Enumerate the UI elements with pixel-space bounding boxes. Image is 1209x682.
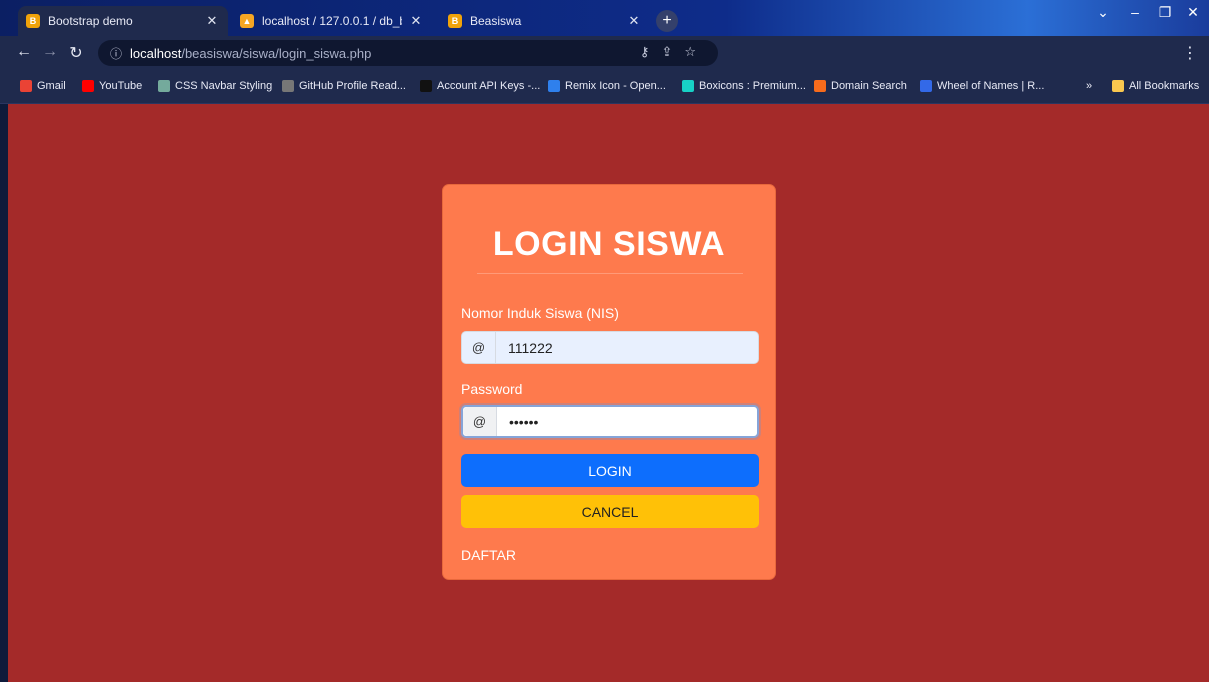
browser-chrome: B Bootstrap demo ✕ ▲ localhost / 127.0.0… — [0, 0, 1209, 104]
page-title: LOGIN SISWA — [492, 225, 726, 263]
bookmarks-bar: Gmail YouTube CSS Navbar Styling GitHub … — [0, 70, 1209, 104]
tab-search-icon[interactable]: ⌄ — [1088, 4, 1118, 21]
bookmark-label: YouTube — [99, 80, 143, 92]
tab-beasiswa[interactable]: B Beasiswa ✕ — [440, 6, 650, 36]
minimize-icon[interactable]: – — [1120, 4, 1150, 20]
password-input[interactable] — [497, 407, 757, 436]
bookmark-label: All Bookmarks — [1129, 80, 1200, 92]
close-icon[interactable]: ✕ — [204, 13, 220, 29]
tab-bootstrap-demo[interactable]: B Bootstrap demo ✕ — [18, 6, 228, 36]
tab-strip: B Bootstrap demo ✕ ▲ localhost / 127.0.0… — [0, 0, 1209, 36]
restore-icon[interactable]: ❐ — [1150, 4, 1180, 21]
bookmarks-overflow[interactable]: » — [1086, 80, 1092, 92]
domain-icon — [814, 80, 826, 92]
window-close-icon[interactable]: ✕ — [1178, 4, 1208, 21]
nis-input[interactable] — [496, 332, 758, 363]
bookmark-domain-search[interactable]: Domain Search — [814, 80, 907, 92]
gmail-icon — [20, 80, 32, 92]
bookmark-github-profile[interactable]: GitHub Profile Read... — [282, 80, 406, 92]
daftar-link[interactable]: DAFTAR — [461, 547, 516, 563]
bookmark-wheel-of-names[interactable]: Wheel of Names | R... — [920, 80, 1044, 92]
new-tab-button[interactable]: + — [656, 10, 678, 32]
forward-icon[interactable]: → — [40, 43, 60, 61]
bookmark-gmail[interactable]: Gmail — [20, 80, 66, 92]
bookmark-remix-icon[interactable]: Remix Icon - Open... — [548, 80, 666, 92]
bookmark-youtube[interactable]: YouTube — [82, 80, 142, 92]
url-path: /beasiswa/siswa/login_siswa.php — [181, 45, 372, 61]
toolbar: ← → ↻ ⓘ localhost /beasiswa/siswa/login_… — [0, 36, 1209, 93]
bookmark-label: Wheel of Names | R... — [937, 80, 1045, 92]
wheel-icon — [920, 80, 932, 92]
bookmark-css-navbar[interactable]: CSS Navbar Styling — [158, 80, 272, 92]
login-card: LOGIN SISWA Nomor Induk Siswa (NIS) @ Pa… — [442, 184, 776, 580]
tab-title: Beasiswa — [470, 14, 522, 28]
tab-title: localhost / 127.0.0.1 / db_beasisw — [262, 14, 402, 28]
bookmark-label: Remix Icon - Open... — [565, 80, 666, 92]
address-bar[interactable]: ⓘ localhost /beasiswa/siswa/login_siswa.… — [98, 40, 718, 66]
phpmyadmin-icon: ▲ — [240, 14, 254, 28]
close-icon[interactable]: ✕ — [408, 13, 424, 29]
bookmark-label: Account API Keys -... — [437, 80, 541, 92]
remix-icon — [548, 80, 560, 92]
star-icon[interactable]: ☆ — [684, 44, 708, 59]
key-icon[interactable]: ⚷ — [640, 44, 662, 59]
bookmark-label: Domain Search — [831, 80, 907, 92]
tab-phpmyadmin[interactable]: ▲ localhost / 127.0.0.1 / db_beasisw ✕ — [232, 6, 432, 36]
chatgpt-icon — [158, 80, 170, 92]
login-button[interactable]: LOGIN — [461, 454, 759, 487]
bootstrap-icon: B — [448, 14, 462, 28]
nis-label: Nomor Induk Siswa (NIS) — [461, 305, 619, 321]
github-icon — [282, 80, 294, 92]
close-icon[interactable]: ✕ — [626, 13, 642, 29]
menu-icon[interactable]: ⋮ — [1180, 43, 1200, 63]
at-icon: @ — [462, 332, 496, 363]
url-host: localhost — [130, 45, 182, 61]
bootstrap-icon: B — [26, 14, 40, 28]
youtube-icon — [82, 80, 94, 92]
bookmark-label: Gmail — [37, 80, 66, 92]
cancel-button[interactable]: CANCEL — [461, 495, 759, 528]
bookmark-boxicons[interactable]: Boxicons : Premium... — [682, 80, 806, 92]
bookmark-api-keys[interactable]: Account API Keys -... — [420, 80, 540, 92]
info-icon[interactable]: ⓘ — [110, 45, 122, 62]
share-icon[interactable]: ⇪ — [661, 44, 684, 59]
bookmark-label: CSS Navbar Styling — [175, 80, 273, 92]
all-bookmarks[interactable]: All Bookmarks — [1112, 80, 1199, 92]
tab-title: Bootstrap demo — [48, 14, 133, 28]
page-content: LOGIN SISWA Nomor Induk Siswa (NIS) @ Pa… — [8, 104, 1209, 682]
reload-icon[interactable]: ↻ — [66, 43, 86, 63]
divider — [477, 273, 743, 274]
bookmark-label: GitHub Profile Read... — [299, 80, 406, 92]
back-icon[interactable]: ← — [14, 43, 34, 61]
bookmark-label: Boxicons : Premium... — [699, 80, 806, 92]
overflow-icon: » — [1086, 80, 1093, 92]
nis-input-group: @ — [461, 331, 759, 364]
folder-icon — [1112, 80, 1124, 92]
openai-icon — [420, 80, 432, 92]
password-input-group: @ — [461, 405, 759, 438]
omnibox-icons: ⚷⇪☆ — [640, 44, 708, 60]
password-label: Password — [461, 381, 523, 397]
at-icon: @ — [463, 407, 497, 436]
boxicons-icon — [682, 80, 694, 92]
